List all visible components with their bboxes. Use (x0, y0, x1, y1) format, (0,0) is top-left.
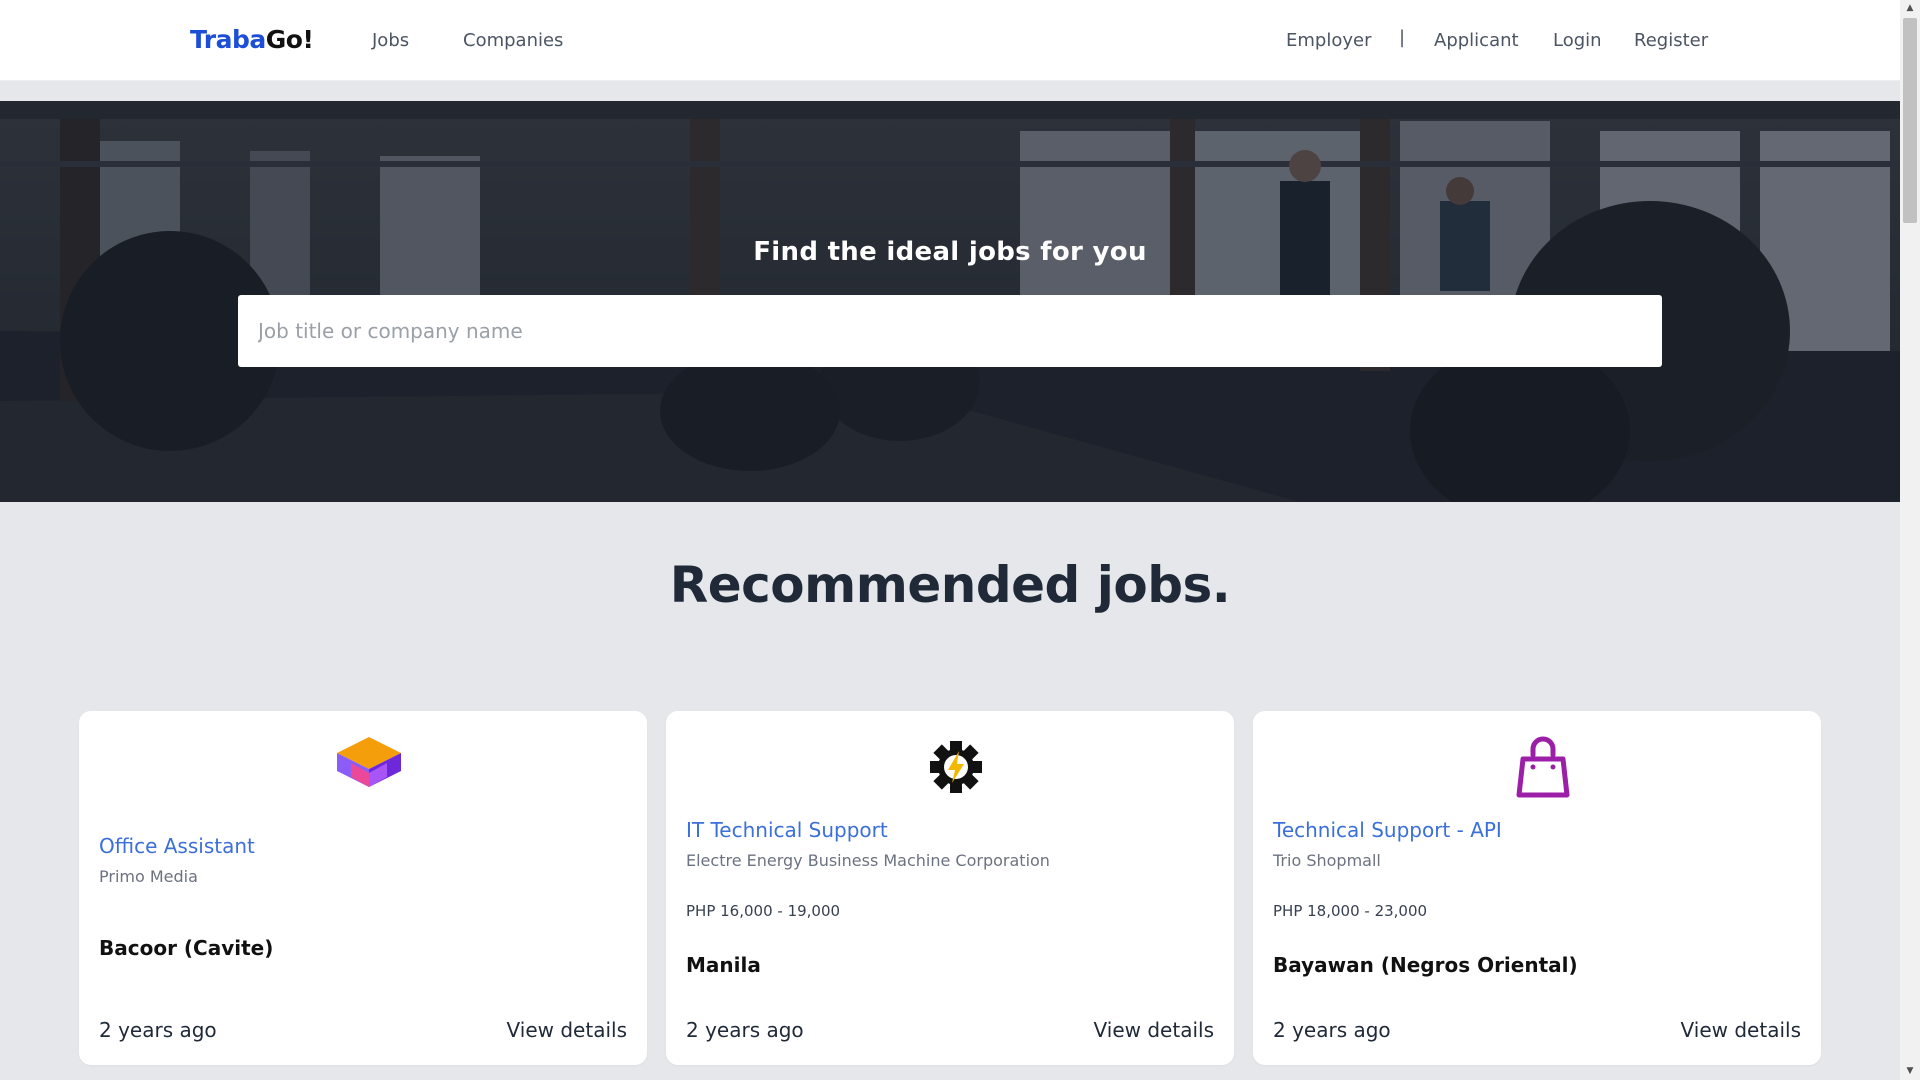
hero-banner: Find the ideal jobs for you (0, 101, 1900, 502)
view-details-link[interactable]: View details (1094, 1016, 1214, 1044)
company-name: Electre Energy Business Machine Corporat… (686, 851, 1050, 870)
salary-range: PHP 18,000 - 23,000 (1273, 902, 1428, 920)
logo-text-part2: Go! (265, 25, 314, 54)
nav-link-companies[interactable]: Companies (463, 29, 563, 53)
page: TrabaGo! Jobs Companies Employer | Appli… (0, 0, 1900, 1080)
nav-link-employer[interactable]: Employer (1286, 29, 1371, 53)
nav-link-jobs[interactable]: Jobs (372, 29, 409, 53)
job-card[interactable]: Office Assistant Primo Media Bacoor (Cav… (79, 711, 647, 1065)
scroll-up-arrow-icon[interactable]: ▲ (1900, 0, 1920, 17)
job-title[interactable]: IT Technical Support (686, 817, 888, 843)
view-details-link[interactable]: View details (507, 1016, 627, 1044)
scroll-down-arrow-icon[interactable]: ▼ (1900, 1063, 1920, 1080)
nav-link-login[interactable]: Login (1553, 29, 1602, 53)
nav-link-register[interactable]: Register (1634, 29, 1708, 53)
job-location: Bacoor (Cavite) (99, 936, 274, 960)
job-card[interactable]: IT Technical Support Electre Energy Busi… (666, 711, 1234, 1065)
posted-time: 2 years ago (99, 1018, 217, 1042)
hero-title: Find the ideal jobs for you (753, 237, 1147, 267)
job-location: Manila (686, 953, 761, 977)
job-location: Bayawan (Negros Oriental) (1273, 953, 1578, 977)
navbar: TrabaGo! Jobs Companies Employer | Appli… (0, 0, 1900, 81)
logo-text-part1: Traba (190, 25, 266, 54)
gear-bolt-logo-icon (930, 741, 982, 793)
posted-time: 2 years ago (686, 1018, 804, 1042)
nav-link-applicant[interactable]: Applicant (1434, 29, 1519, 53)
company-name: Trio Shopmall (1273, 851, 1381, 870)
salary-range: PHP 16,000 - 19,000 (686, 902, 841, 920)
cube-logo-icon (337, 737, 401, 787)
job-search-input[interactable] (238, 295, 1662, 367)
section-title: Recommended jobs. (669, 556, 1231, 614)
nav-separator: | (1399, 27, 1406, 48)
scrollbar-thumb[interactable] (1903, 18, 1917, 223)
vertical-scrollbar[interactable]: ▲ ▼ (1900, 0, 1920, 1080)
job-title[interactable]: Office Assistant (99, 833, 255, 859)
job-title[interactable]: Technical Support - API (1273, 817, 1502, 843)
job-card[interactable]: Technical Support - API Trio Shopmall PH… (1253, 711, 1821, 1065)
brand-logo[interactable]: TrabaGo! (190, 24, 314, 56)
view-details-link[interactable]: View details (1681, 1016, 1801, 1044)
posted-time: 2 years ago (1273, 1018, 1391, 1042)
shopping-bag-logo-icon (1516, 736, 1570, 798)
company-name: Primo Media (99, 867, 198, 886)
